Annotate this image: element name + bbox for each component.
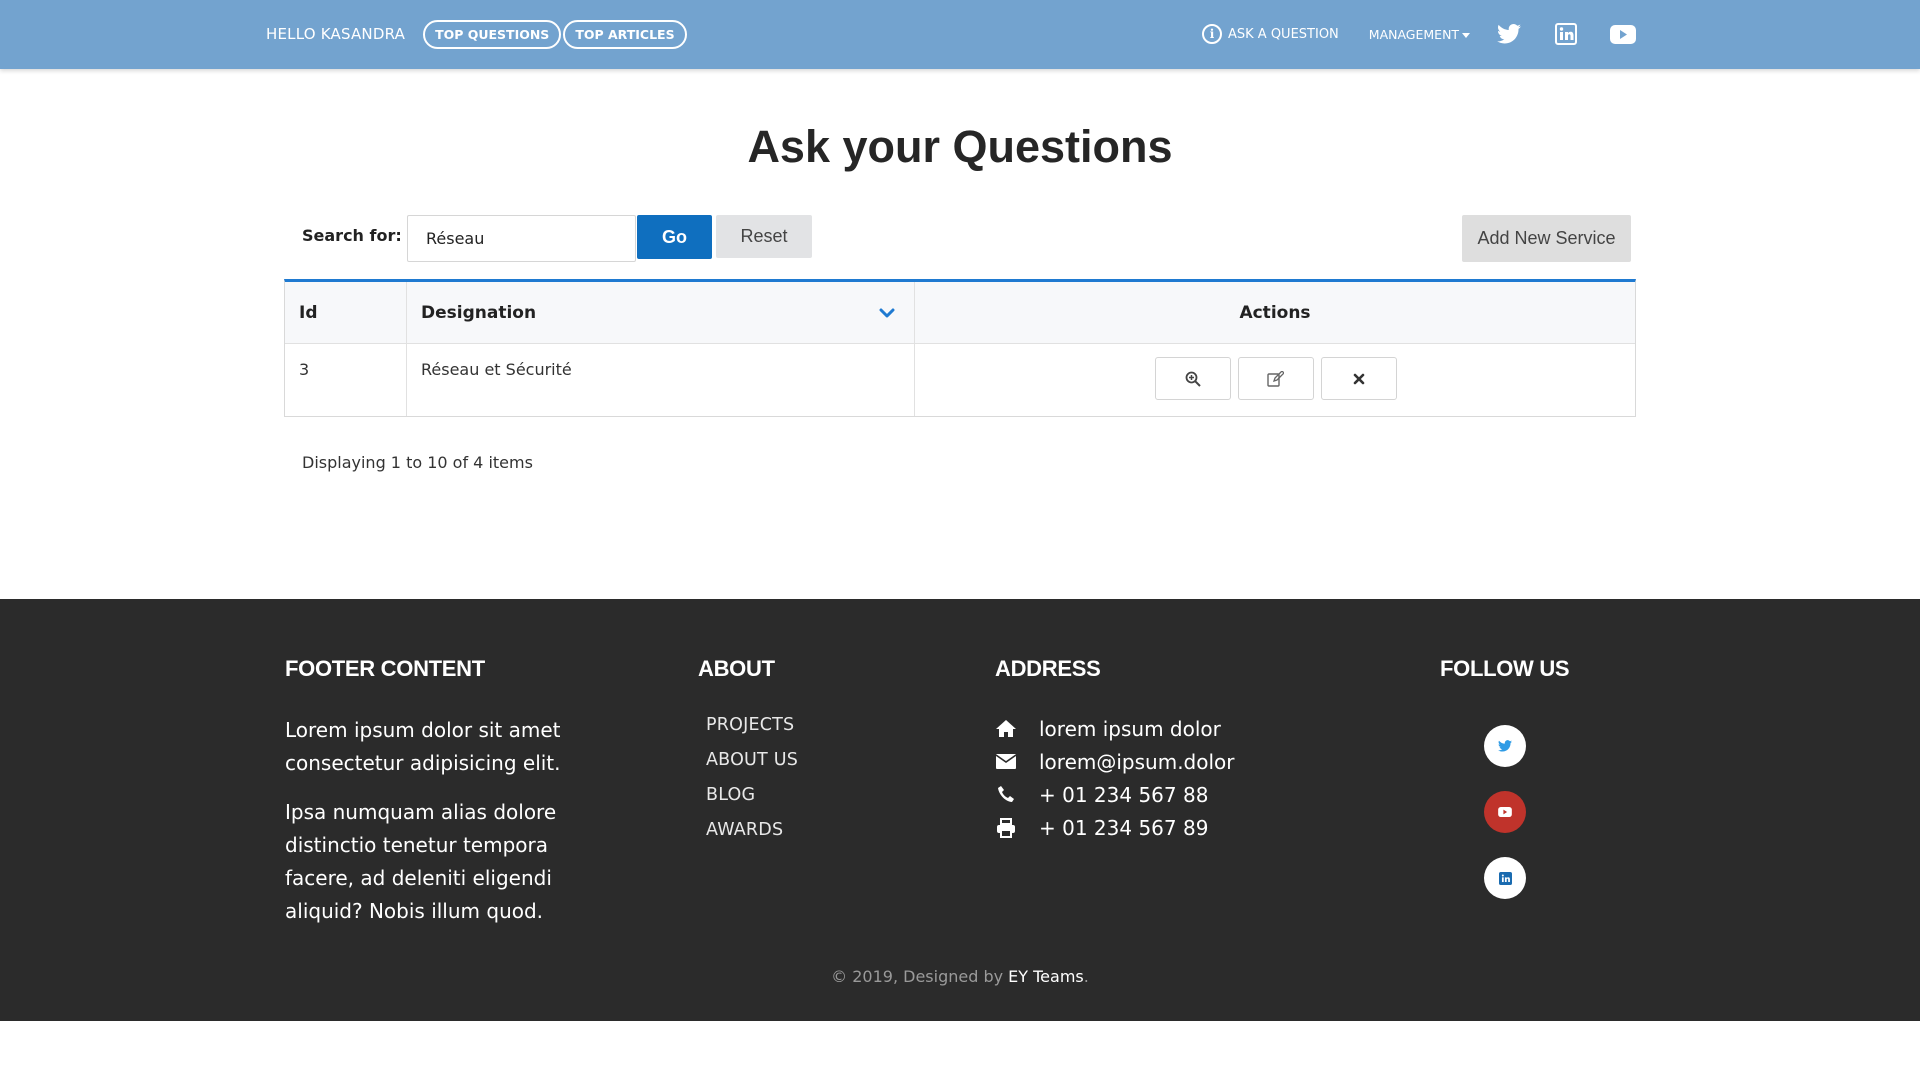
reset-button[interactable]: Reset bbox=[716, 215, 812, 258]
copyright-link[interactable]: EY Teams bbox=[1008, 967, 1084, 986]
header-designation[interactable]: Designation bbox=[407, 282, 915, 343]
chevron-down-icon[interactable] bbox=[878, 304, 896, 322]
address-home-text: lorem ipsum dolor bbox=[1039, 716, 1221, 741]
footer-linkedin-icon[interactable] bbox=[1484, 857, 1526, 899]
envelope-icon bbox=[995, 751, 1017, 773]
services-table: Id Designation Actions 3 Réseau et Sécur… bbox=[284, 279, 1636, 417]
table-header: Id Designation Actions bbox=[285, 282, 1635, 344]
phone-icon bbox=[995, 784, 1017, 806]
ask-question-link[interactable]: i ASK A QUESTION bbox=[1202, 24, 1339, 44]
info-icon: i bbox=[1202, 24, 1222, 44]
search-label: Search for: bbox=[302, 226, 402, 245]
copyright-suffix: . bbox=[1083, 967, 1089, 986]
edit-button[interactable] bbox=[1237, 357, 1314, 400]
footer-link-projects[interactable]: PROJECTS bbox=[706, 715, 798, 750]
nav-right: i ASK A QUESTION MANAGEMENT bbox=[1202, 17, 1667, 51]
caret-down-icon bbox=[1462, 32, 1471, 38]
copyright: © 2019, Designed by EY Teams. bbox=[0, 967, 1920, 986]
greeting-text: HELLO KASANDRA bbox=[266, 25, 406, 43]
header-id[interactable]: Id bbox=[285, 282, 407, 343]
address-email-text: lorem@ipsum.dolor bbox=[1039, 749, 1235, 774]
address-home: lorem ipsum dolor bbox=[995, 712, 1235, 745]
youtube-icon[interactable] bbox=[1610, 21, 1637, 47]
top-articles-pill[interactable]: TOP ARTICLES bbox=[563, 19, 687, 49]
address-fax: + 01 234 567 89 bbox=[995, 811, 1235, 844]
go-button[interactable]: Go bbox=[637, 215, 712, 259]
footer-link-about-us[interactable]: ABOUT US bbox=[706, 750, 798, 785]
about-links: PROJECTS ABOUT US BLOG AWARDS bbox=[706, 715, 798, 855]
table-row: 3 Réseau et Sécurité bbox=[285, 344, 1635, 416]
home-icon bbox=[995, 718, 1017, 740]
management-dropdown[interactable]: MANAGEMENT bbox=[1368, 26, 1471, 42]
view-button[interactable] bbox=[1154, 357, 1231, 400]
header-designation-label: Designation bbox=[421, 302, 537, 323]
copyright-prefix: © 2019, Designed by bbox=[831, 967, 1009, 986]
address-phone: + 01 234 567 88 bbox=[995, 778, 1235, 811]
top-questions-pill[interactable]: TOP QUESTIONS bbox=[423, 19, 562, 49]
ask-question-label: ASK A QUESTION bbox=[1228, 26, 1339, 42]
linkedin-icon[interactable] bbox=[1553, 21, 1579, 47]
close-icon bbox=[1353, 373, 1364, 384]
about-heading: ABOUT bbox=[698, 656, 775, 681]
cell-designation: Réseau et Sécurité bbox=[407, 344, 915, 416]
footer-twitter-icon[interactable] bbox=[1484, 725, 1526, 767]
footer-link-awards[interactable]: AWARDS bbox=[706, 820, 798, 855]
footer-youtube-icon[interactable] bbox=[1484, 791, 1526, 833]
pagination-info: Displaying 1 to 10 of 4 items bbox=[302, 453, 533, 472]
address-phone-text: + 01 234 567 88 bbox=[1039, 782, 1209, 807]
follow-us-heading: FOLLOW US bbox=[1440, 656, 1570, 681]
address-list: lorem ipsum dolor lorem@ipsum.dolor + 01… bbox=[995, 712, 1235, 844]
address-email: lorem@ipsum.dolor bbox=[995, 745, 1235, 778]
delete-button[interactable] bbox=[1320, 357, 1397, 400]
nav-left: HELLO KASANDRA TOP QUESTIONS TOP ARTICLE… bbox=[266, 17, 689, 51]
management-label: MANAGEMENT bbox=[1368, 26, 1460, 42]
page-title: Ask your Questions bbox=[747, 121, 1173, 172]
search-input[interactable] bbox=[407, 215, 636, 262]
add-new-service-button[interactable]: Add New Service bbox=[1462, 215, 1631, 262]
twitter-icon[interactable] bbox=[1496, 21, 1522, 47]
print-icon bbox=[995, 817, 1017, 839]
header-actions: Actions bbox=[1239, 302, 1311, 323]
footer-content-heading: FOOTER CONTENT bbox=[285, 656, 485, 681]
address-fax-text: + 01 234 567 89 bbox=[1039, 815, 1209, 840]
top-navbar: HELLO KASANDRA TOP QUESTIONS TOP ARTICLE… bbox=[0, 0, 1920, 69]
zoom-in-icon bbox=[1185, 371, 1201, 387]
address-heading: ADDRESS bbox=[995, 656, 1101, 681]
cell-actions bbox=[915, 344, 1635, 416]
cell-id: 3 bbox=[285, 344, 407, 416]
footer-paragraph-1: Lorem ipsum dolor sit amet consectetur a… bbox=[285, 718, 561, 775]
footer-link-blog[interactable]: BLOG bbox=[706, 785, 798, 820]
footer-paragraph-2: Ipsa numquam alias dolore distinctio ten… bbox=[285, 800, 557, 923]
edit-icon bbox=[1267, 370, 1284, 387]
footer: FOOTER CONTENT Lorem ipsum dolor sit ame… bbox=[0, 599, 1920, 1021]
